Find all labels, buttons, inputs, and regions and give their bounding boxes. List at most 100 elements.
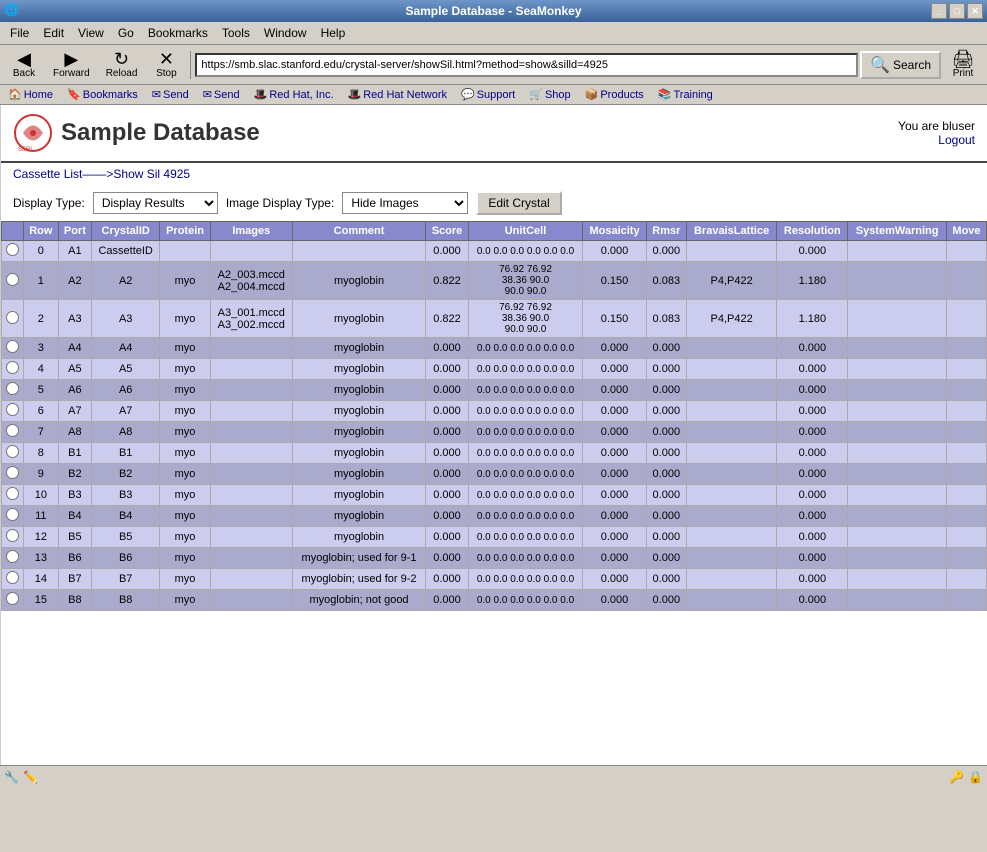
cell-crystalid: A2 — [92, 262, 160, 300]
minimize-button[interactable]: _ — [931, 3, 947, 19]
menu-help[interactable]: Help — [315, 24, 352, 42]
col-protein: Protein — [160, 222, 210, 241]
row-radio-cell[interactable] — [2, 422, 24, 443]
bookmark-products[interactable]: 📦 Products — [581, 87, 648, 102]
row-radio-cell[interactable] — [2, 380, 24, 401]
bookmark-redhat[interactable]: 🎩 Red Hat, Inc. — [250, 87, 338, 102]
print-button[interactable]: 🖨 Print — [943, 47, 983, 82]
row-radio[interactable] — [6, 403, 19, 416]
cell-port: B7 — [58, 569, 91, 590]
print-label: Print — [953, 68, 974, 79]
menu-edit[interactable]: Edit — [37, 24, 70, 42]
row-radio-cell[interactable] — [2, 506, 24, 527]
cell-warning — [848, 380, 947, 401]
row-radio-cell[interactable] — [2, 527, 24, 548]
cell-unitcell: 0.0 0.0 0.0 0.0 0.0 0.0 — [468, 359, 582, 380]
status-bar: 🔧 ✏️ 🔑 🔒 — [0, 765, 987, 787]
menu-window[interactable]: Window — [258, 24, 313, 42]
cell-warning — [848, 338, 947, 359]
cell-unitcell: 0.0 0.0 0.0 0.0 0.0 0.0 — [468, 569, 582, 590]
cell-mosaicity: 0.000 — [583, 443, 647, 464]
cell-protein: myo — [160, 300, 210, 338]
toolbar: ◀ Back ▶ Forward ↻ Reload ✕ Stop https:/… — [0, 45, 987, 85]
bookmark-bookmarks[interactable]: 🔖 Bookmarks — [63, 87, 142, 102]
cassette-list-link[interactable]: Cassette List — [13, 167, 82, 181]
address-bar[interactable]: https://smb.slac.stanford.edu/crystal-se… — [195, 53, 858, 77]
row-radio-cell[interactable] — [2, 464, 24, 485]
edit-crystal-button[interactable]: Edit Crystal — [476, 191, 561, 215]
row-radio[interactable] — [6, 508, 19, 521]
row-radio[interactable] — [6, 361, 19, 374]
row-radio-cell[interactable] — [2, 443, 24, 464]
table-header-row: Row Port CrystalID Protein Images Commen… — [2, 222, 987, 241]
display-type-select[interactable]: Display Results Display Summary Display … — [93, 192, 218, 214]
cell-mosaicity: 0.150 — [583, 262, 647, 300]
maximize-button[interactable]: □ — [949, 3, 965, 19]
bookmark-home[interactable]: 🏠 Home — [4, 87, 57, 102]
image-display-select[interactable]: Hide Images Show Images Show Thumbnails — [342, 192, 468, 214]
table-row: 12 B5 B5 myo myoglobin 0.000 0.0 0.0 0.0… — [2, 527, 987, 548]
menu-tools[interactable]: Tools — [216, 24, 256, 42]
cell-images — [210, 241, 292, 262]
row-radio-cell[interactable] — [2, 548, 24, 569]
close-button[interactable]: ✕ — [967, 3, 983, 19]
search-button[interactable]: 🔍 Search — [860, 51, 941, 79]
row-radio-cell[interactable] — [2, 485, 24, 506]
support-icon: 💬 — [461, 88, 475, 101]
row-radio[interactable] — [6, 340, 19, 353]
row-radio[interactable] — [6, 487, 19, 500]
cell-comment: myoglobin — [292, 422, 425, 443]
row-radio[interactable] — [6, 445, 19, 458]
bookmark-send2[interactable]: ✉ Send — [199, 87, 244, 102]
cell-move — [946, 380, 986, 401]
row-radio[interactable] — [6, 311, 19, 324]
cell-rmsr: 0.000 — [646, 359, 686, 380]
row-radio-cell[interactable] — [2, 401, 24, 422]
cell-row: 9 — [24, 464, 59, 485]
row-radio-cell[interactable] — [2, 262, 24, 300]
row-radio-cell[interactable] — [2, 569, 24, 590]
cell-score: 0.000 — [426, 506, 469, 527]
row-radio[interactable] — [6, 424, 19, 437]
row-radio[interactable] — [6, 529, 19, 542]
bookmark-shop[interactable]: 🛒 Shop — [525, 87, 574, 102]
row-radio-cell[interactable] — [2, 300, 24, 338]
user-label: You are bluser — [898, 119, 975, 133]
bookmark-redhat-network[interactable]: 🎩 Red Hat Network — [344, 87, 451, 102]
row-radio[interactable] — [6, 466, 19, 479]
forward-button[interactable]: ▶ Forward — [46, 47, 97, 82]
row-radio-cell[interactable] — [2, 338, 24, 359]
cell-crystalid: CassetteID — [92, 241, 160, 262]
page-content: SSRL Sample Database You are bluser Logo… — [0, 105, 987, 765]
cell-protein: myo — [160, 443, 210, 464]
row-radio-cell[interactable] — [2, 241, 24, 262]
row-radio[interactable] — [6, 273, 19, 286]
cell-row: 5 — [24, 380, 59, 401]
menu-go[interactable]: Go — [112, 24, 140, 42]
row-radio-cell[interactable] — [2, 590, 24, 611]
row-radio-cell[interactable] — [2, 359, 24, 380]
menu-file[interactable]: File — [4, 24, 35, 42]
back-button[interactable]: ◀ Back — [4, 47, 44, 82]
cell-bravais — [686, 443, 777, 464]
bookmark-support[interactable]: 💬 Support — [457, 87, 519, 102]
col-radio — [2, 222, 24, 241]
row-radio[interactable] — [6, 550, 19, 563]
reload-button[interactable]: ↻ Reload — [99, 47, 145, 82]
cell-unitcell: 0.0 0.0 0.0 0.0 0.0 0.0 — [468, 241, 582, 262]
cell-move — [946, 262, 986, 300]
row-radio[interactable] — [6, 382, 19, 395]
cell-images — [210, 422, 292, 443]
row-radio[interactable] — [6, 243, 19, 256]
bookmark-send1[interactable]: ✉ Send — [148, 87, 193, 102]
row-radio[interactable] — [6, 592, 19, 605]
cell-port: A1 — [58, 241, 91, 262]
logout-link[interactable]: Logout — [938, 133, 975, 147]
products-icon: 📦 — [585, 88, 599, 101]
bookmark-training[interactable]: 📚 Training — [654, 87, 717, 102]
menu-view[interactable]: View — [72, 24, 110, 42]
window-controls[interactable]: _ □ ✕ — [931, 3, 983, 19]
row-radio[interactable] — [6, 571, 19, 584]
stop-button[interactable]: ✕ Stop — [146, 47, 186, 82]
menu-bookmarks[interactable]: Bookmarks — [142, 24, 214, 42]
